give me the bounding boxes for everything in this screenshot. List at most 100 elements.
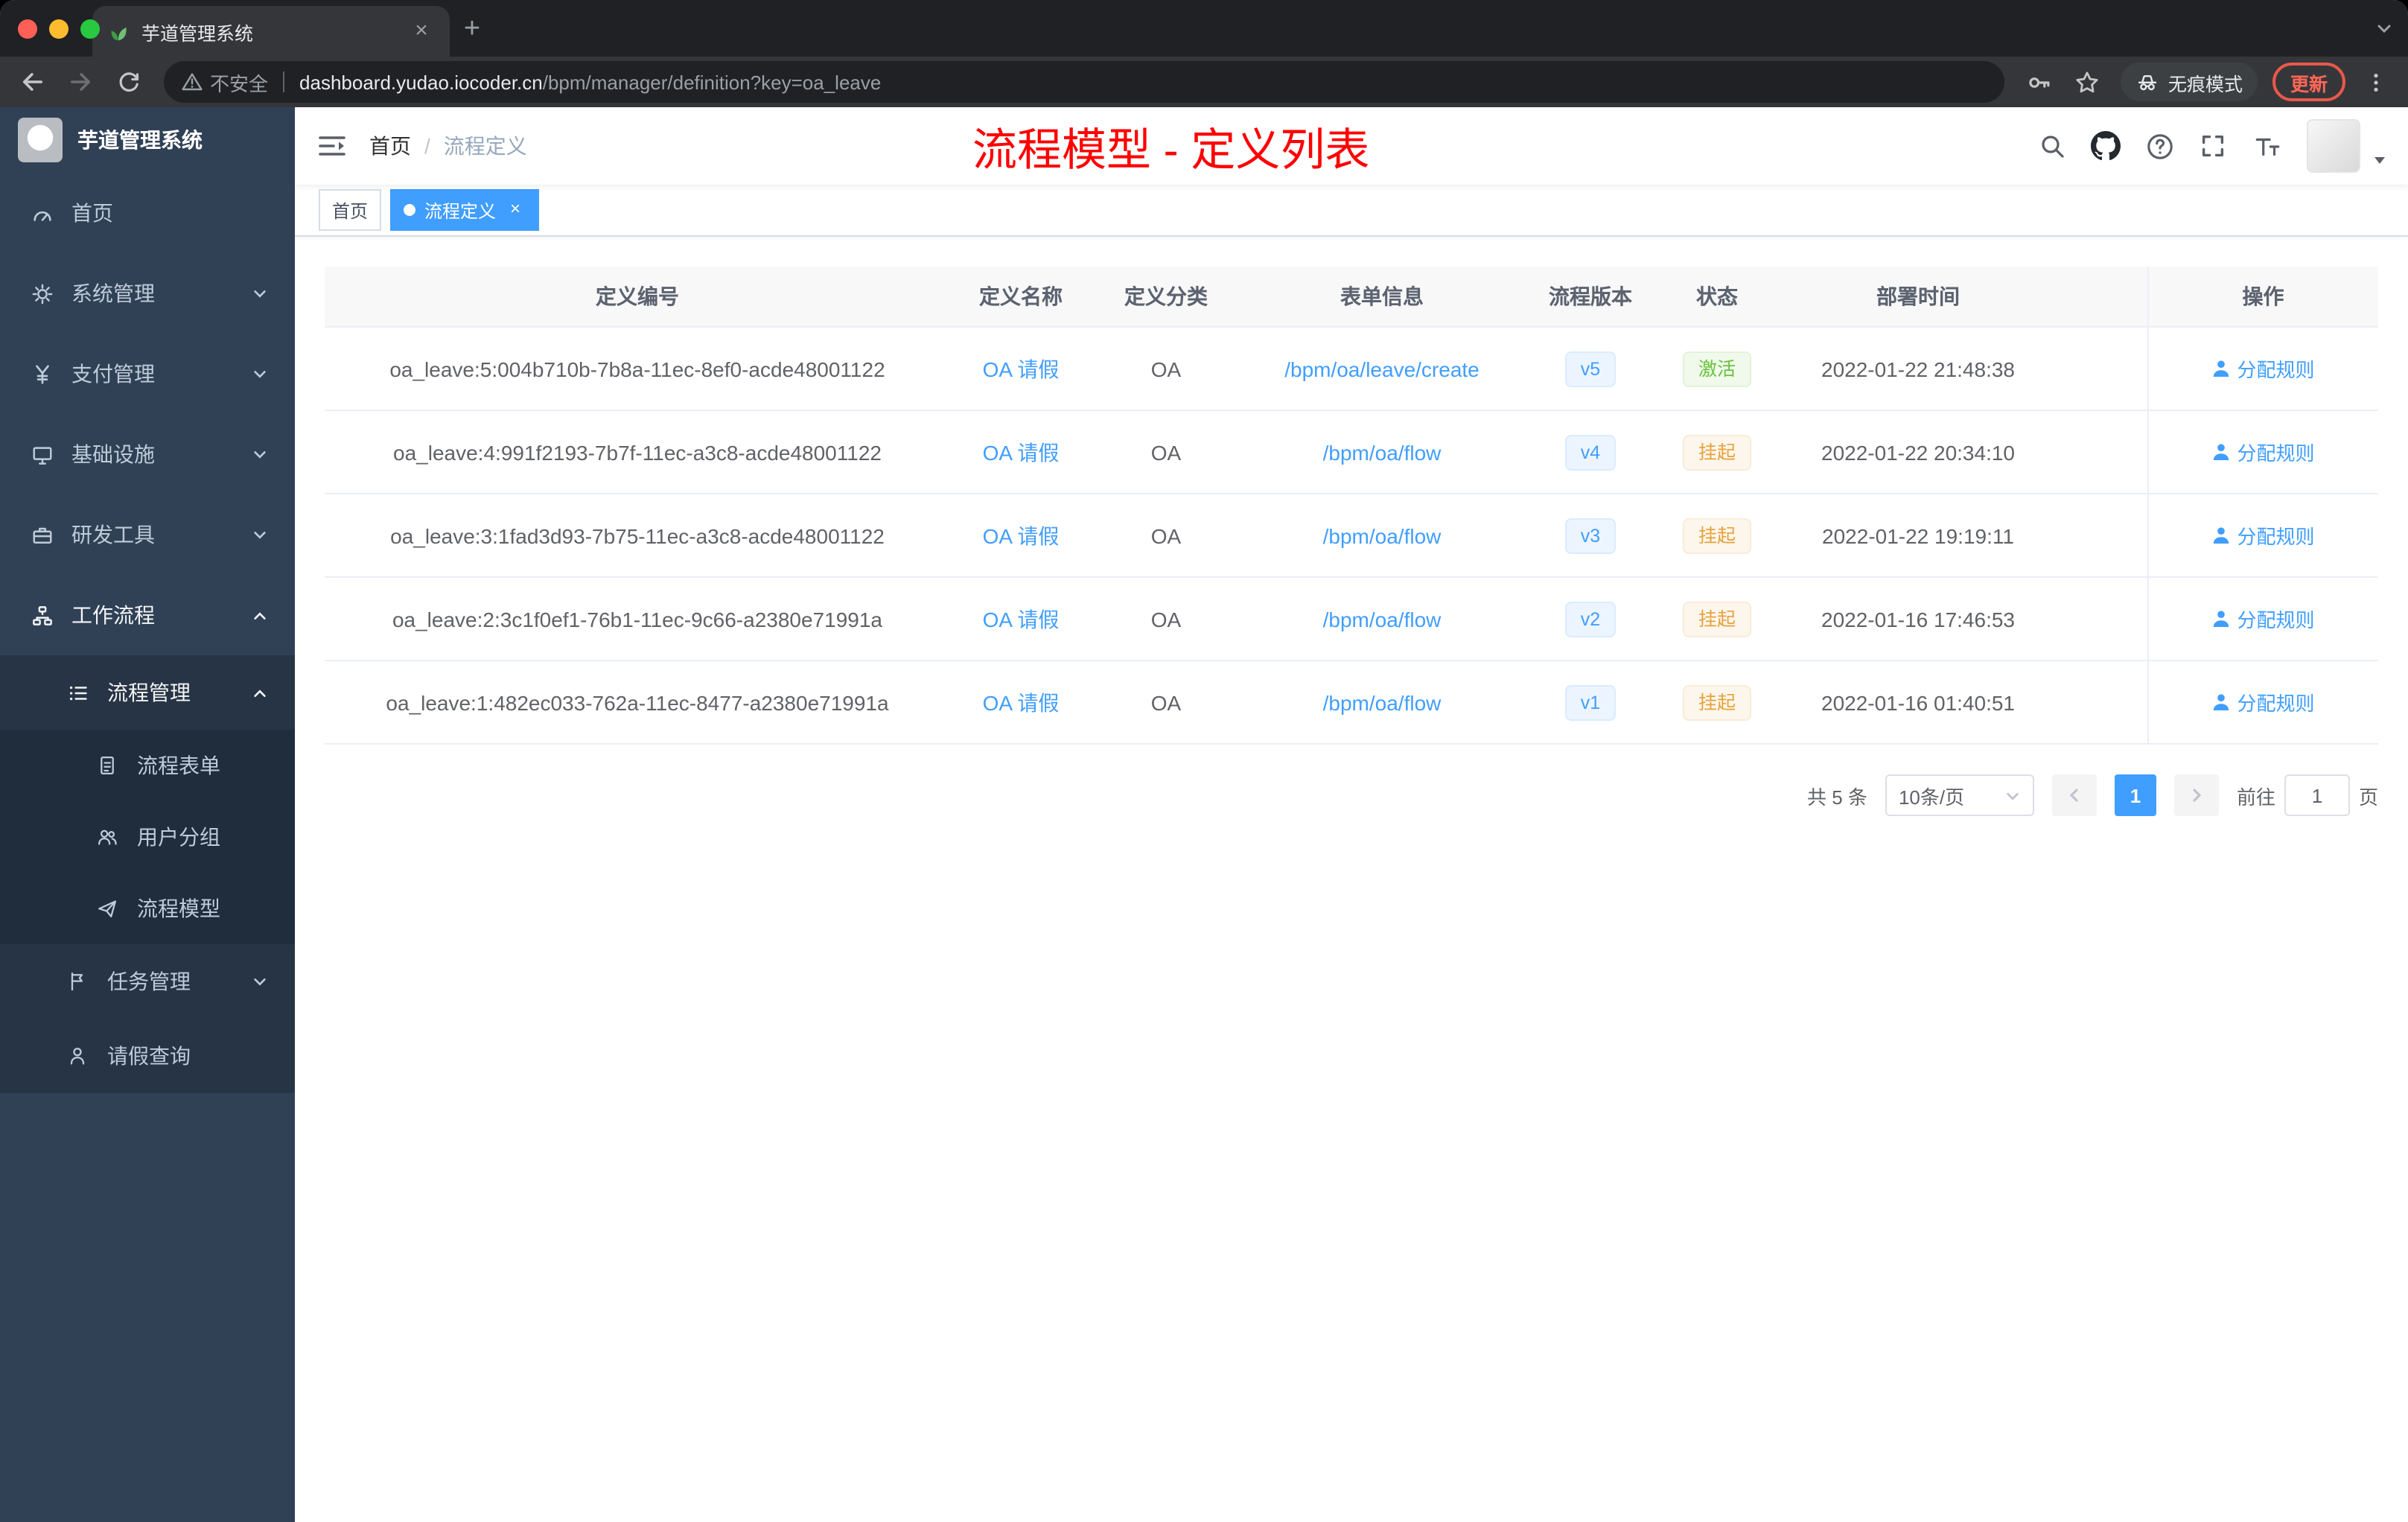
form-link[interactable]: /bpm/oa/flow xyxy=(1323,607,1442,631)
new-tab-button[interactable]: + xyxy=(450,6,494,57)
table-row: oa_leave:1:482ec033-762a-11ec-8477-a2380… xyxy=(325,660,2378,745)
version-tag: v2 xyxy=(1565,601,1616,637)
update-chrome-button[interactable]: 更新 xyxy=(2272,63,2345,101)
page-number-button[interactable]: 1 xyxy=(2114,774,2156,816)
pagination-total: 共 5 条 xyxy=(1807,786,1867,808)
definition-name-link[interactable]: OA 请假 xyxy=(983,440,1060,464)
search-icon[interactable] xyxy=(2030,116,2074,176)
sidebar-item-label: 首页 xyxy=(71,201,113,225)
tag-process-definition[interactable]: 流程定义 × xyxy=(390,189,540,231)
browser-tab-strip: 芋道管理系统 × + xyxy=(0,0,2408,57)
window-minimize-button[interactable] xyxy=(49,19,69,38)
definition-name-link[interactable]: OA 请假 xyxy=(983,523,1060,547)
user-icon xyxy=(2214,611,2229,627)
sidebar-item-process-model[interactable]: 流程模型 xyxy=(0,873,295,944)
breadcrumb-separator: / xyxy=(424,134,430,158)
briefcase-icon xyxy=(30,523,54,547)
cell-category: OA xyxy=(1092,577,1240,661)
sidebar-menu: 首页 系统管理 支付管理 基础设施 研发工具 工作流程 流程管理 流程表单 用户… xyxy=(0,173,295,1093)
dashboard-icon xyxy=(30,201,54,225)
assign-rule-link[interactable]: 分配规则 xyxy=(2211,688,2315,716)
sitemap-icon xyxy=(30,603,54,627)
cell-deploy-time: 2022-01-22 20:34:10 xyxy=(1777,410,2060,494)
bookmark-star-icon[interactable] xyxy=(2067,61,2109,103)
form-link[interactable]: /bpm/oa/flow xyxy=(1323,440,1442,464)
prev-page-button[interactable] xyxy=(2051,774,2097,816)
password-key-icon[interactable] xyxy=(2019,61,2061,103)
browser-menu-icon[interactable] xyxy=(2354,61,2396,103)
sidebar-item-payment[interactable]: 支付管理 xyxy=(0,334,295,414)
goto-page-input[interactable] xyxy=(2284,774,2350,816)
back-icon[interactable] xyxy=(12,61,54,103)
sidebar-item-user-group[interactable]: 用户分组 xyxy=(0,801,295,873)
form-link[interactable]: /bpm/oa/leave/create xyxy=(1284,357,1479,380)
assign-rule-link[interactable]: 分配规则 xyxy=(2211,521,2315,550)
forward-icon[interactable] xyxy=(60,61,101,103)
font-size-icon[interactable] xyxy=(2244,116,2289,176)
assign-rule-link[interactable]: 分配规则 xyxy=(2211,605,2315,633)
version-tag: v4 xyxy=(1565,434,1616,470)
tab-close-icon[interactable]: × xyxy=(408,18,435,45)
chevron-up-icon xyxy=(252,684,268,701)
next-page-button[interactable] xyxy=(2173,774,2219,816)
tab-title: 芋道管理系统 xyxy=(141,23,254,44)
sidebar-item-leave-query[interactable]: 请假查询 xyxy=(0,1019,295,1093)
form-link[interactable]: /bpm/oa/flow xyxy=(1323,690,1442,714)
page-title: 流程模型 - 定义列表 xyxy=(972,127,1370,176)
window-zoom-button[interactable] xyxy=(80,19,100,38)
sidebar-item-label: 任务管理 xyxy=(107,969,191,993)
sidebar-item-task-manage[interactable]: 任务管理 xyxy=(0,944,295,1019)
chevron-down-icon xyxy=(252,285,268,302)
definition-name-link[interactable]: OA 请假 xyxy=(983,607,1060,631)
logo-avatar xyxy=(18,118,63,162)
assign-rule-link[interactable]: 分配规则 xyxy=(2211,354,2315,383)
incognito-icon xyxy=(2138,75,2157,91)
tags-view: 首页 流程定义 × xyxy=(295,185,2408,237)
breadcrumb-home[interactable]: 首页 xyxy=(369,131,411,161)
site-favicon-icon xyxy=(107,20,130,42)
sidebar-item-system[interactable]: 系统管理 xyxy=(0,253,295,334)
user-avatar[interactable] xyxy=(2307,119,2360,173)
cell-category: OA xyxy=(1092,494,1240,578)
table-header-row: 定义编号 定义名称 定义分类 表单信息 流程版本 状态 部署时间 操作 xyxy=(325,267,2378,328)
logo-title: 芋道管理系统 xyxy=(77,128,203,152)
status-badge: 挂起 xyxy=(1683,434,1751,470)
avatar-caret-icon[interactable] xyxy=(2372,152,2387,176)
browser-tab[interactable]: 芋道管理系统 × xyxy=(92,6,450,57)
form-link[interactable]: /bpm/oa/flow xyxy=(1323,523,1442,547)
status-badge: 挂起 xyxy=(1683,601,1751,637)
incognito-badge: 无痕模式 xyxy=(2120,63,2258,101)
sidebar-item-devtools[interactable]: 研发工具 xyxy=(0,494,295,575)
assign-rule-link[interactable]: 分配规则 xyxy=(2211,438,2315,466)
sidebar-item-infra[interactable]: 基础设施 xyxy=(0,414,295,494)
user-icon xyxy=(2214,444,2229,460)
sidebar-item-process-manage[interactable]: 流程管理 xyxy=(0,655,295,730)
window-close-button[interactable] xyxy=(18,19,37,38)
github-icon[interactable] xyxy=(2083,116,2128,176)
tag-home[interactable]: 首页 xyxy=(319,189,382,231)
status-badge: 挂起 xyxy=(1683,518,1751,553)
hamburger-icon[interactable] xyxy=(295,107,369,185)
definition-name-link[interactable]: OA 请假 xyxy=(983,357,1060,380)
sidebar-item-home[interactable]: 首页 xyxy=(0,173,295,253)
fullscreen-icon[interactable] xyxy=(2191,116,2235,176)
sidebar-item-process-form[interactable]: 流程表单 xyxy=(0,730,295,801)
gear-icon xyxy=(30,281,54,305)
reload-icon[interactable] xyxy=(107,61,149,103)
help-icon[interactable] xyxy=(2137,116,2182,176)
app-main: 定义编号 定义名称 定义分类 表单信息 流程版本 状态 部署时间 操作 oa_l… xyxy=(295,237,2408,1522)
tag-close-icon[interactable]: × xyxy=(505,199,526,220)
page-size-select[interactable]: 10条/页 xyxy=(1885,774,2034,816)
address-bar[interactable]: 不安全 dashboard.yudao.iocoder.cn/bpm/manag… xyxy=(164,61,2004,103)
sidebar-item-label: 流程模型 xyxy=(137,897,220,920)
security-warning[interactable]: 不安全 xyxy=(182,68,268,96)
col-status: 状态 xyxy=(1657,267,1777,328)
definition-name-link[interactable]: OA 请假 xyxy=(983,690,1060,714)
incognito-label: 无痕模式 xyxy=(2167,74,2243,95)
sidebar-item-workflow[interactable]: 工作流程 xyxy=(0,575,295,655)
cell-deploy-time: 2022-01-16 01:40:51 xyxy=(1777,660,2060,745)
cell-definition-id: oa_leave:1:482ec033-762a-11ec-8477-a2380… xyxy=(325,660,950,745)
version-tag: v3 xyxy=(1565,518,1616,553)
sidebar-item-label: 基础设施 xyxy=(71,442,155,466)
tab-list-chevron-icon[interactable] xyxy=(2375,0,2393,57)
